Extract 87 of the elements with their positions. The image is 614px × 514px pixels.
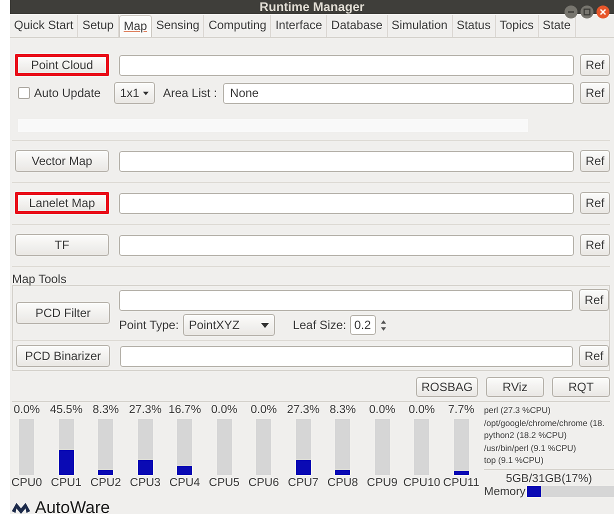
cpu-label: CPU8 xyxy=(327,477,358,490)
tab[interactable]: State xyxy=(538,15,576,37)
cpu-reading: 0.0% xyxy=(250,404,277,417)
ref-button[interactable]: Ref xyxy=(580,234,610,256)
cpu-reading: 45.5% xyxy=(50,404,83,417)
pcd-binarizer-button[interactable]: PCD Binarizer xyxy=(16,345,110,367)
tab[interactable]: Simulation xyxy=(388,15,453,37)
cpu-label: CPU4 xyxy=(169,477,200,490)
tab[interactable]: Interface xyxy=(271,15,328,37)
point-type-label: Point Type: xyxy=(119,318,179,332)
path-field[interactable] xyxy=(119,234,574,256)
path-field[interactable] xyxy=(119,54,574,76)
tool-button[interactable]: RViz xyxy=(486,377,544,397)
ref-button[interactable]: Ref xyxy=(579,345,609,367)
leaf-size-label: Leaf Size: xyxy=(292,318,346,332)
grid-dropdown[interactable]: 1x1 xyxy=(114,82,155,104)
logo-text: AutoWare xyxy=(35,498,110,514)
maximize-icon[interactable] xyxy=(580,5,594,19)
logo-icon xyxy=(10,500,32,514)
map-button[interactable]: TF xyxy=(15,234,109,256)
cpu-reading: 0.0% xyxy=(408,404,435,417)
minimize-icon[interactable] xyxy=(564,5,578,19)
cpu-label: CPU11 xyxy=(443,477,480,490)
cpu-label: CPU2 xyxy=(90,477,122,490)
cpu-reading: 0.0% xyxy=(369,404,396,417)
cpu-meter xyxy=(216,419,232,475)
area-list-field[interactable]: None xyxy=(223,82,574,104)
tab[interactable]: Map xyxy=(118,15,152,37)
tab[interactable]: Sensing xyxy=(152,15,204,37)
cpu-meter xyxy=(414,419,430,475)
cpu-reading: 7.7% xyxy=(448,404,474,417)
ref-button[interactable]: Ref xyxy=(580,150,610,172)
tool-button[interactable]: ROSBAG xyxy=(416,377,478,397)
caret-icon xyxy=(143,90,149,96)
process-entry: top (9.1 %CPU) xyxy=(484,454,545,466)
cpu-reading: 8.3% xyxy=(330,404,356,417)
process-entry: /usr/bin/perl (9.1 %CPU) xyxy=(484,442,578,454)
tab[interactable]: Database xyxy=(327,15,388,37)
point-cloud-button[interactable]: Point Cloud xyxy=(15,54,109,76)
cpu-reading: 8.3% xyxy=(92,404,119,417)
ref-button[interactable]: Ref xyxy=(580,54,610,76)
cpu-label: CPU6 xyxy=(248,477,280,490)
path-field[interactable] xyxy=(119,192,574,214)
map-button[interactable]: Lanelet Map xyxy=(15,192,109,214)
cpu-reading: 16.7% xyxy=(168,404,202,417)
checkbox[interactable] xyxy=(18,87,30,99)
cpu-reading: 0.0% xyxy=(14,404,40,417)
ref-button[interactable]: Ref xyxy=(580,192,610,214)
point-type-dropdown[interactable]: PointXYZ xyxy=(182,314,275,336)
process-entry: python2 (18.2 %CPU) xyxy=(484,429,568,442)
cpu-reading: 27.3% xyxy=(128,404,162,417)
tab[interactable]: Topics xyxy=(496,15,539,37)
process-entry: /opt/google/chrome/chrome (18. xyxy=(484,416,606,429)
cpu-meter xyxy=(19,419,34,475)
leaf-size-field[interactable]: 0.2 xyxy=(350,315,376,335)
spin-arrows-icon[interactable] xyxy=(380,318,388,332)
pcd-filter-button[interactable]: PCD Filter xyxy=(16,302,110,324)
tab[interactable]: Computing xyxy=(204,15,272,37)
cpu-label: CPU1 xyxy=(50,477,82,490)
group-title: Map Tools xyxy=(12,273,68,285)
cpu-label: CPU5 xyxy=(208,477,240,490)
path-field[interactable] xyxy=(120,346,573,366)
memory-reading: 5GB/31GB(17%) xyxy=(504,472,594,486)
close-icon[interactable] xyxy=(596,5,610,19)
tool-button[interactable]: RQT xyxy=(552,377,610,397)
area-list-label: Area List : xyxy=(163,86,218,100)
cpu-label: CPU10 xyxy=(403,477,440,490)
path-field[interactable] xyxy=(119,290,573,310)
tab[interactable]: Status xyxy=(452,15,496,37)
cpu-label: CPU3 xyxy=(130,477,161,490)
ref-button[interactable]: Ref xyxy=(579,289,609,311)
cpu-meter xyxy=(374,419,390,475)
ref-button[interactable]: Ref xyxy=(580,82,610,104)
process-entry: perl (27.3 %CPU) xyxy=(484,404,552,416)
cpu-label: CPU0 xyxy=(11,477,42,490)
cpu-label: CPU9 xyxy=(366,477,398,490)
memory-label: Memory xyxy=(484,486,526,498)
cpu-reading: 0.0% xyxy=(211,404,238,417)
cpu-reading: 27.3% xyxy=(286,404,320,417)
cpu-meter xyxy=(256,419,272,475)
auto-update-label: Auto Update xyxy=(34,86,101,100)
cpu-label: CPU7 xyxy=(288,477,319,490)
caret-icon xyxy=(260,322,269,328)
map-button[interactable]: Vector Map xyxy=(15,150,109,172)
window-title: Runtime Manager xyxy=(260,0,364,14)
path-field[interactable] xyxy=(119,150,574,172)
tab[interactable]: Quick Start xyxy=(10,15,78,37)
